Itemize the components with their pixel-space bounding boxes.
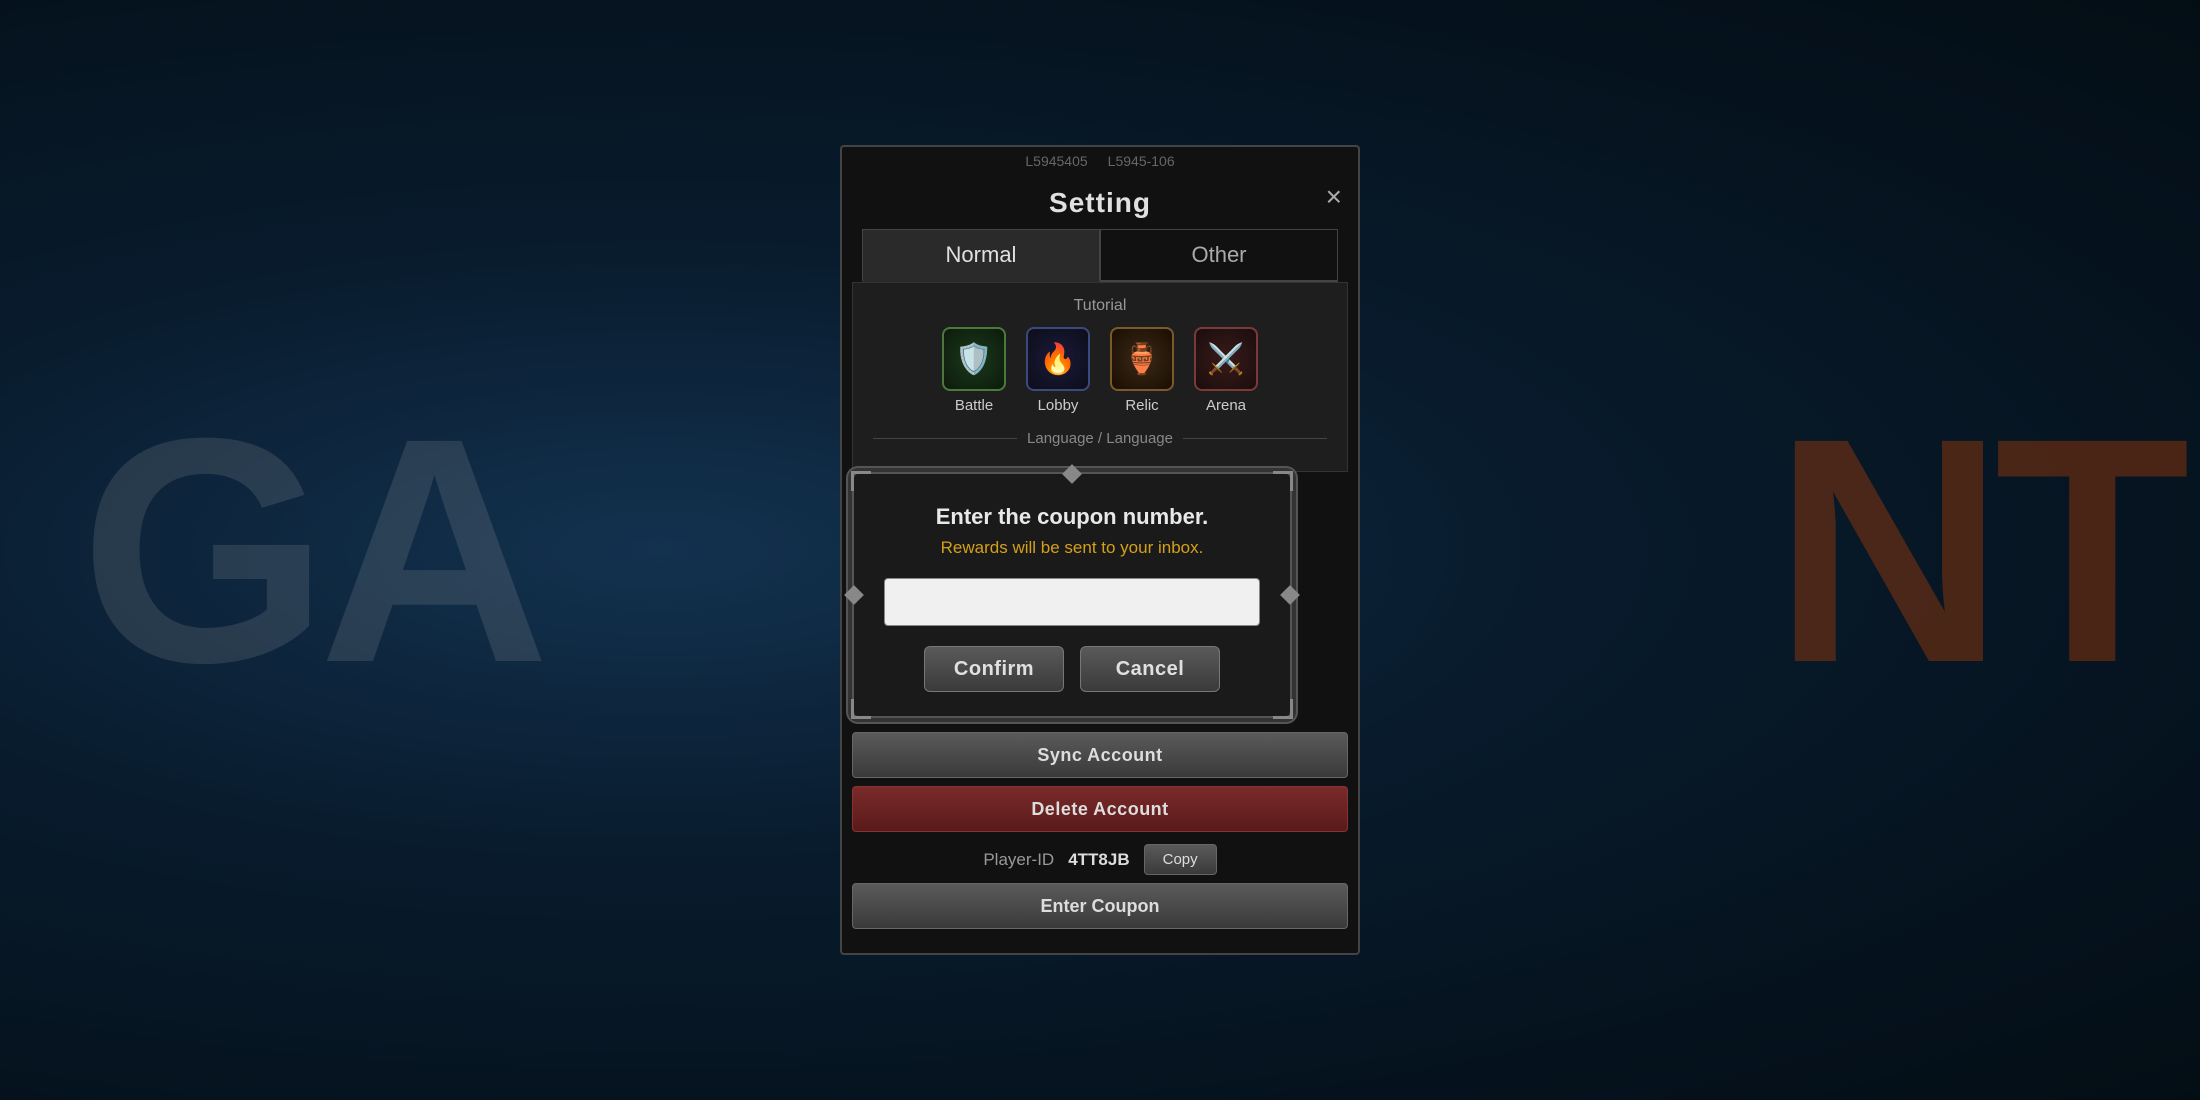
tutorial-item-arena[interactable]: ⚔️ Arena <box>1194 327 1258 414</box>
dialog-buttons: Confirm Cancel <box>884 646 1260 692</box>
tab-normal[interactable]: Normal <box>862 229 1100 282</box>
player-id-row: Player-ID 4TT8JB Copy <box>852 844 1348 875</box>
corner-bl <box>851 699 871 719</box>
setting-panel: L5945405 L5945-106 Setting × Normal Othe… <box>840 145 1360 955</box>
relic-label: Relic <box>1125 397 1158 414</box>
setting-header: Setting × <box>842 169 1358 229</box>
copy-button[interactable]: Copy <box>1144 844 1217 875</box>
tabs-row: Normal Other <box>862 229 1338 282</box>
divider-line-right <box>1183 438 1327 439</box>
arena-icon: ⚔️ <box>1194 327 1258 391</box>
tutorial-icons: 🛡️ Battle 🔥 Lobby 🏺 Relic ⚔️ Arena <box>873 327 1327 414</box>
coupon-input[interactable] <box>884 578 1260 626</box>
diamond-left <box>844 585 864 605</box>
sync-account-button[interactable]: Sync Account <box>852 732 1348 778</box>
close-button[interactable]: × <box>1326 183 1342 211</box>
enter-coupon-button[interactable]: Enter Coupon <box>852 883 1348 929</box>
lobby-label: Lobby <box>1038 397 1079 414</box>
corner-tr <box>1273 471 1293 491</box>
delete-account-button[interactable]: Delete Account <box>852 786 1348 832</box>
language-label: Language / Language <box>1027 430 1173 447</box>
dialog-subtitle: Rewards will be sent to your inbox. <box>884 538 1260 558</box>
coupon-dialog: Enter the coupon number. Rewards will be… <box>852 472 1292 718</box>
top-ids: L5945405 L5945-106 <box>842 147 1358 169</box>
tutorial-item-battle[interactable]: 🛡️ Battle <box>942 327 1006 414</box>
corner-br <box>1273 699 1293 719</box>
top-id-right: L5945-106 <box>1108 153 1175 169</box>
arena-label: Arena <box>1206 397 1246 414</box>
divider-line-left <box>873 438 1017 439</box>
cancel-button[interactable]: Cancel <box>1080 646 1220 692</box>
player-id-value: 4TT8JB <box>1068 850 1129 870</box>
setting-title: Setting <box>1049 187 1151 219</box>
tutorial-item-relic[interactable]: 🏺 Relic <box>1110 327 1174 414</box>
battle-icon: 🛡️ <box>942 327 1006 391</box>
corner-tl <box>851 471 871 491</box>
player-id-label: Player-ID <box>983 850 1054 870</box>
lobby-icon: 🔥 <box>1026 327 1090 391</box>
battle-label: Battle <box>955 397 993 414</box>
tutorial-item-lobby[interactable]: 🔥 Lobby <box>1026 327 1090 414</box>
tab-other[interactable]: Other <box>1100 229 1338 280</box>
top-id-left: L5945405 <box>1025 153 1087 169</box>
coupon-dialog-container: Enter the coupon number. Rewards will be… <box>852 472 1348 718</box>
confirm-button[interactable]: Confirm <box>924 646 1064 692</box>
tutorial-label: Tutorial <box>873 297 1327 315</box>
diamond-right <box>1280 585 1300 605</box>
relic-icon: 🏺 <box>1110 327 1174 391</box>
content-area: Tutorial 🛡️ Battle 🔥 Lobby 🏺 Relic ⚔️ Ar… <box>852 282 1348 472</box>
action-buttons: Sync Account Delete Account <box>852 732 1348 832</box>
dialog-title: Enter the coupon number. <box>884 504 1260 530</box>
setting-panel-wrapper: L5945405 L5945-106 Setting × Normal Othe… <box>840 145 1360 955</box>
language-divider: Language / Language <box>873 430 1327 447</box>
